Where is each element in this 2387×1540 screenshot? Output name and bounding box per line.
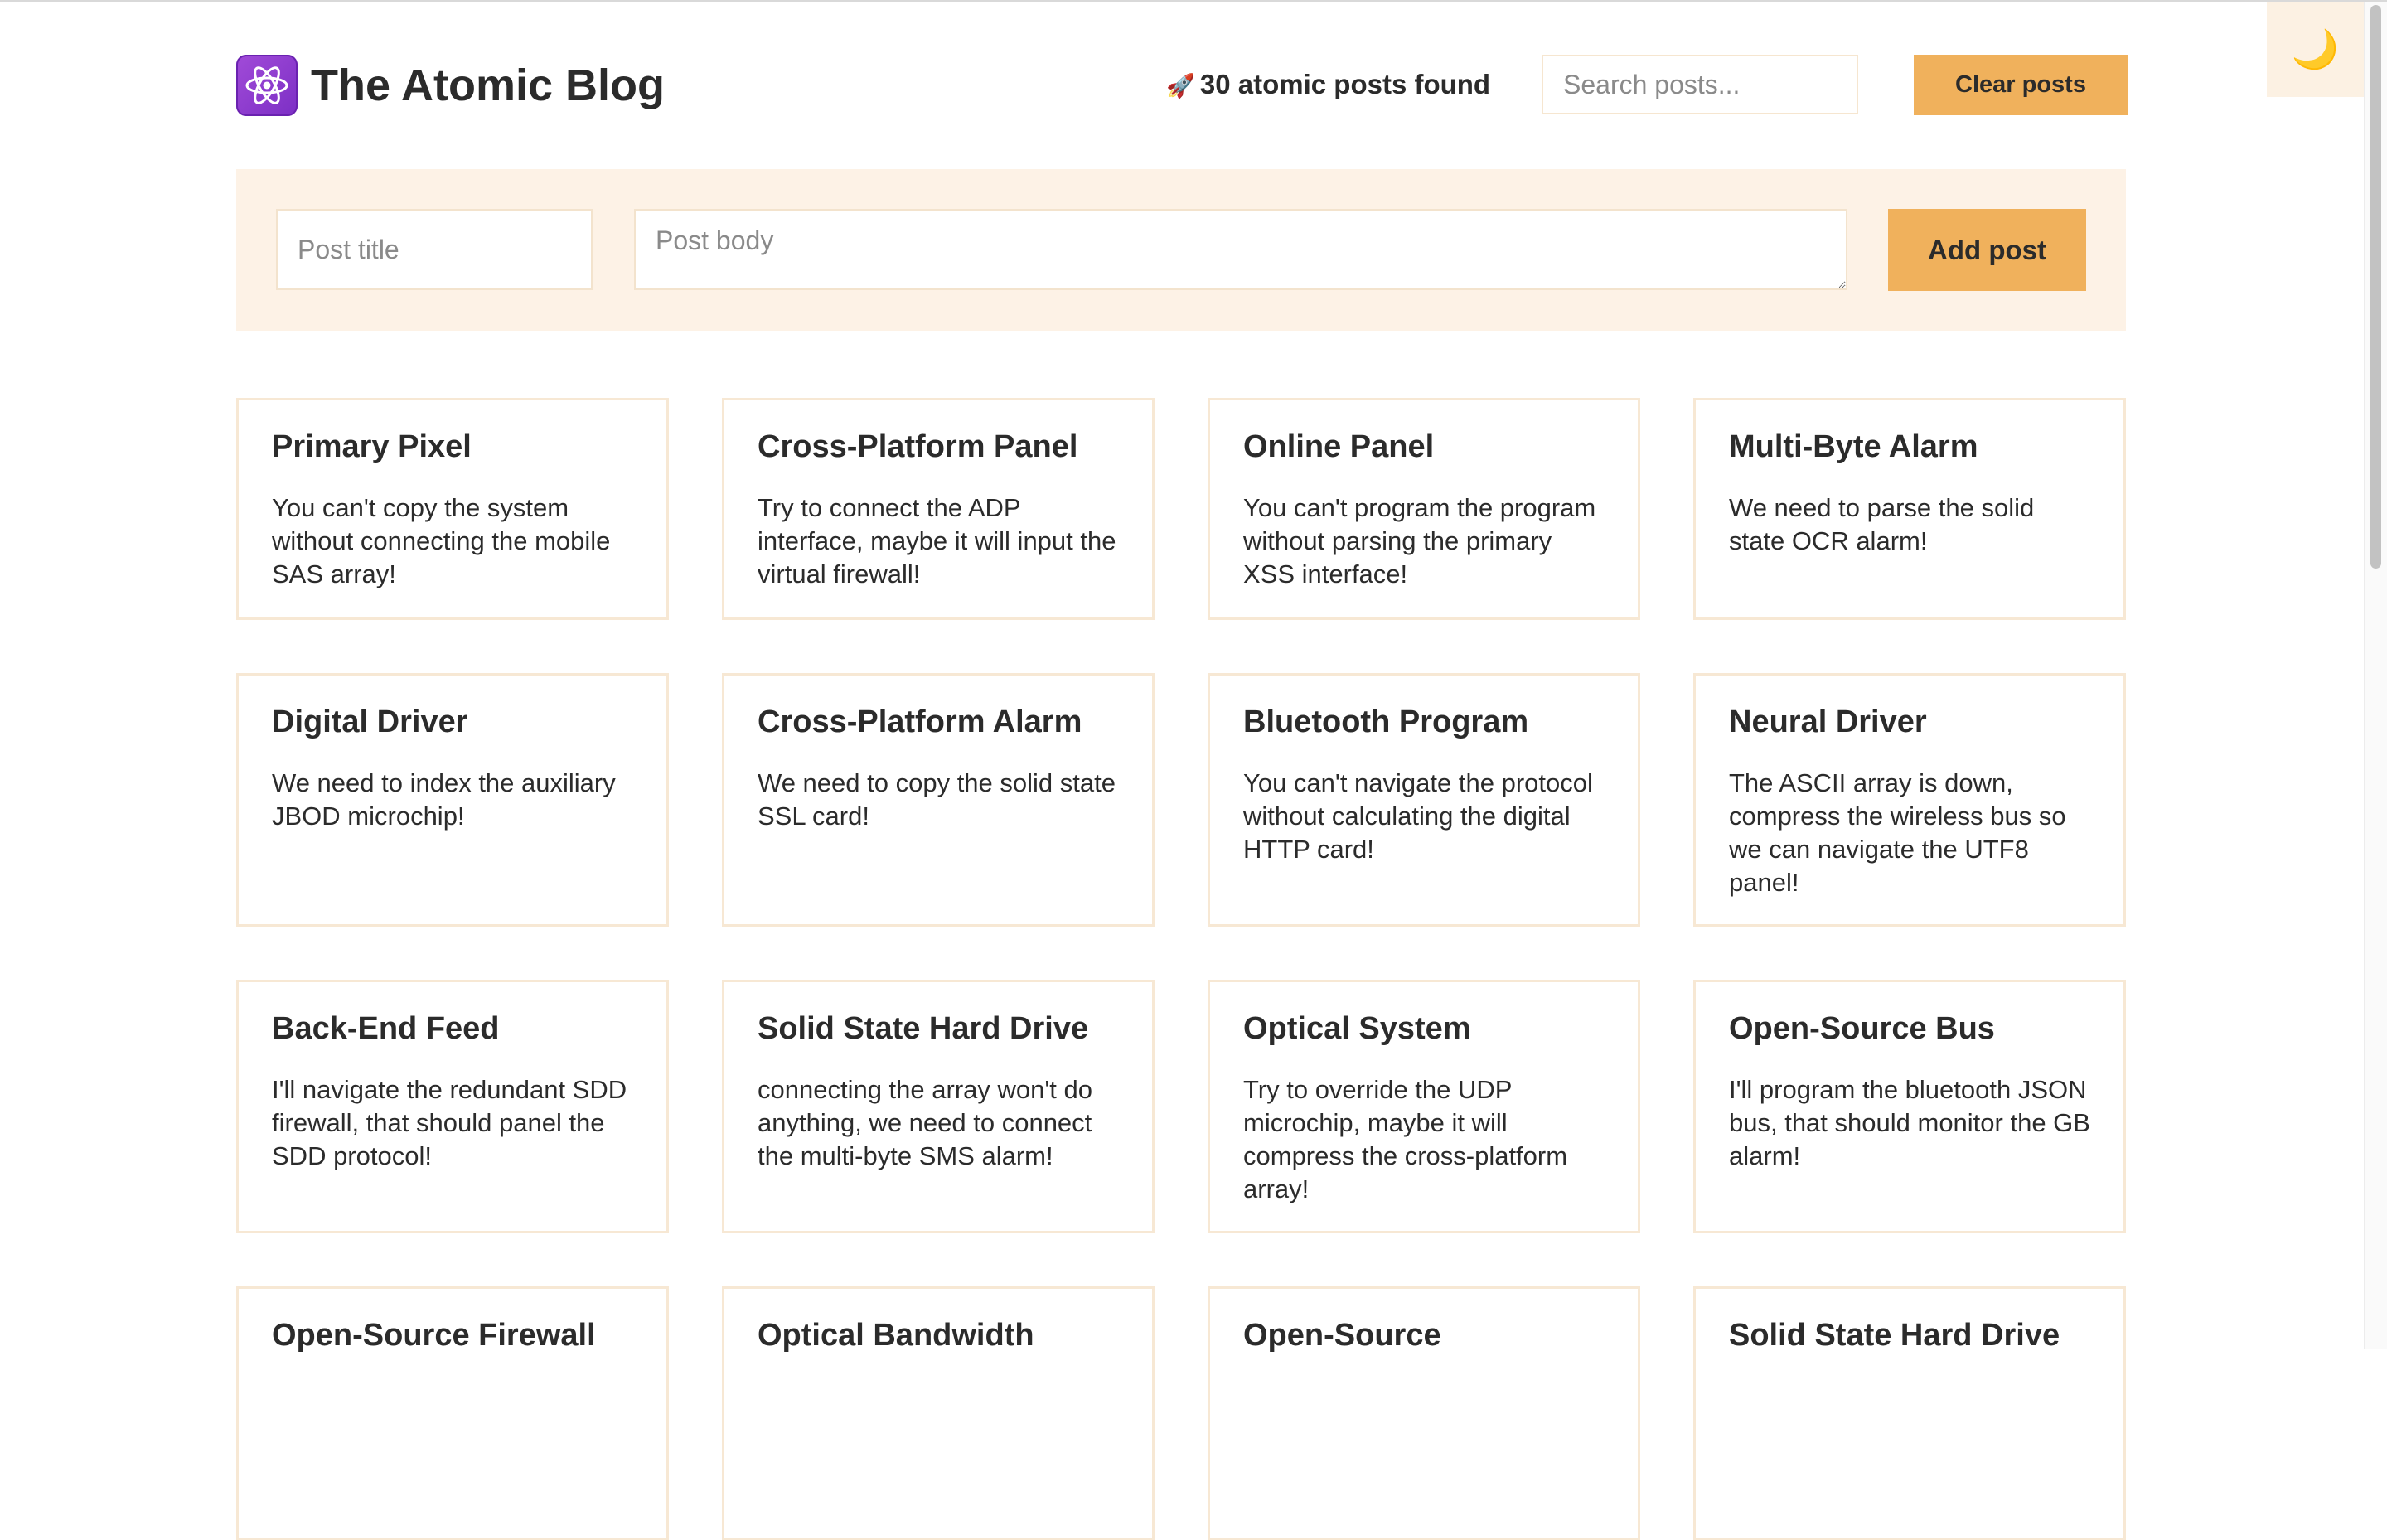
posts-count-label: 30 atomic posts found [1199,69,1491,99]
search-input[interactable] [1542,55,1858,114]
post-card: Cross-Platform Alarm We need to copy the… [722,673,1155,927]
post-title: Cross-Platform Panel [758,429,1078,464]
post-card: Online Panel You can't program the progr… [1208,398,1640,620]
window-top-border [0,0,2387,2]
post-card: Open-Source Bus I'll program the bluetoo… [1693,980,2126,1233]
post-body: I'll program the bluetooth JSON bus, tha… [1729,1075,2090,1170]
post-body: Try to override the UDP microchip, maybe… [1243,1075,1568,1203]
post-title-input[interactable] [276,209,593,290]
dark-mode-toggle[interactable]: 🌙 [2267,2,2364,97]
post-title: Multi-Byte Alarm [1729,429,1978,464]
atom-icon [236,55,298,116]
post-body: We need to parse the solid state OCR ala… [1729,493,2035,555]
post-card: Multi-Byte Alarm We need to parse the so… [1693,398,2126,620]
post-title: Open-Source [1243,1318,1441,1353]
post-card: Solid State Hard Drive connecting the ar… [722,980,1155,1233]
post-title: Optical System [1243,1011,1471,1046]
post-title: Bluetooth Program [1243,705,1529,739]
clear-posts-button[interactable]: Clear posts [1914,55,2128,115]
post-title: Primary Pixel [272,429,472,464]
posts-count: 🚀 30 atomic posts found [1166,66,1490,104]
post-card: Optical Bandwidth [722,1286,1155,1540]
moon-icon: 🌙 [2291,27,2340,71]
post-card: Digital Driver We need to index the auxi… [236,673,669,927]
post-title: Back-End Feed [272,1011,500,1046]
app-title: The Atomic Blog [311,61,665,110]
post-card: Bluetooth Program You can't navigate the… [1208,673,1640,927]
post-card: Open-Source Firewall [236,1286,669,1540]
post-card: Open-Source [1208,1286,1640,1540]
post-body: We need to index the auxiliary JBOD micr… [272,768,616,831]
post-card: Neural Driver The ASCII array is down, c… [1693,673,2126,927]
post-body: I'll navigate the redundant SDD firewall… [272,1075,627,1170]
post-card: Optical System Try to override the UDP m… [1208,980,1640,1233]
post-body: We need to copy the solid state SSL card… [758,768,1116,831]
post-title: Digital Driver [272,705,468,739]
post-card: Solid State Hard Drive [1693,1286,2126,1540]
post-body: Try to connect the ADP interface, maybe … [758,493,1116,588]
post-title: Optical Bandwidth [758,1318,1034,1353]
post-body: The ASCII array is down, compress the wi… [1729,768,2066,897]
post-body: connecting the array won't do anything, … [758,1075,1092,1170]
post-body: You can't copy the system without connec… [272,493,611,588]
post-title: Open-Source Bus [1729,1011,1995,1046]
scrollbar-thumb[interactable] [2370,5,2381,569]
rocket-icon: 🚀 [1166,72,1195,99]
post-title: Online Panel [1243,429,1435,464]
post-title: Neural Driver [1729,705,1927,739]
post-title: Solid State Hard Drive [1729,1318,2060,1353]
posts-grid: Primary Pixel You can't copy the system … [236,398,2126,1540]
post-body: You can't navigate the protocol without … [1243,768,1593,864]
post-card: Cross-Platform Panel Try to connect the … [722,398,1155,620]
post-body-input[interactable] [634,209,1847,290]
post-title: Cross-Platform Alarm [758,705,1082,739]
app-header: The Atomic Blog 🚀30 atomic posts found C… [236,55,2128,116]
post-card: Back-End Feed I'll navigate the redundan… [236,980,669,1233]
add-post-form: Add post [236,169,2126,331]
post-title: Open-Source Firewall [272,1318,596,1353]
add-post-button[interactable]: Add post [1888,209,2086,291]
post-card: Primary Pixel You can't copy the system … [236,398,669,620]
post-title: Solid State Hard Drive [758,1011,1089,1046]
post-body: You can't program the program without pa… [1243,493,1596,588]
